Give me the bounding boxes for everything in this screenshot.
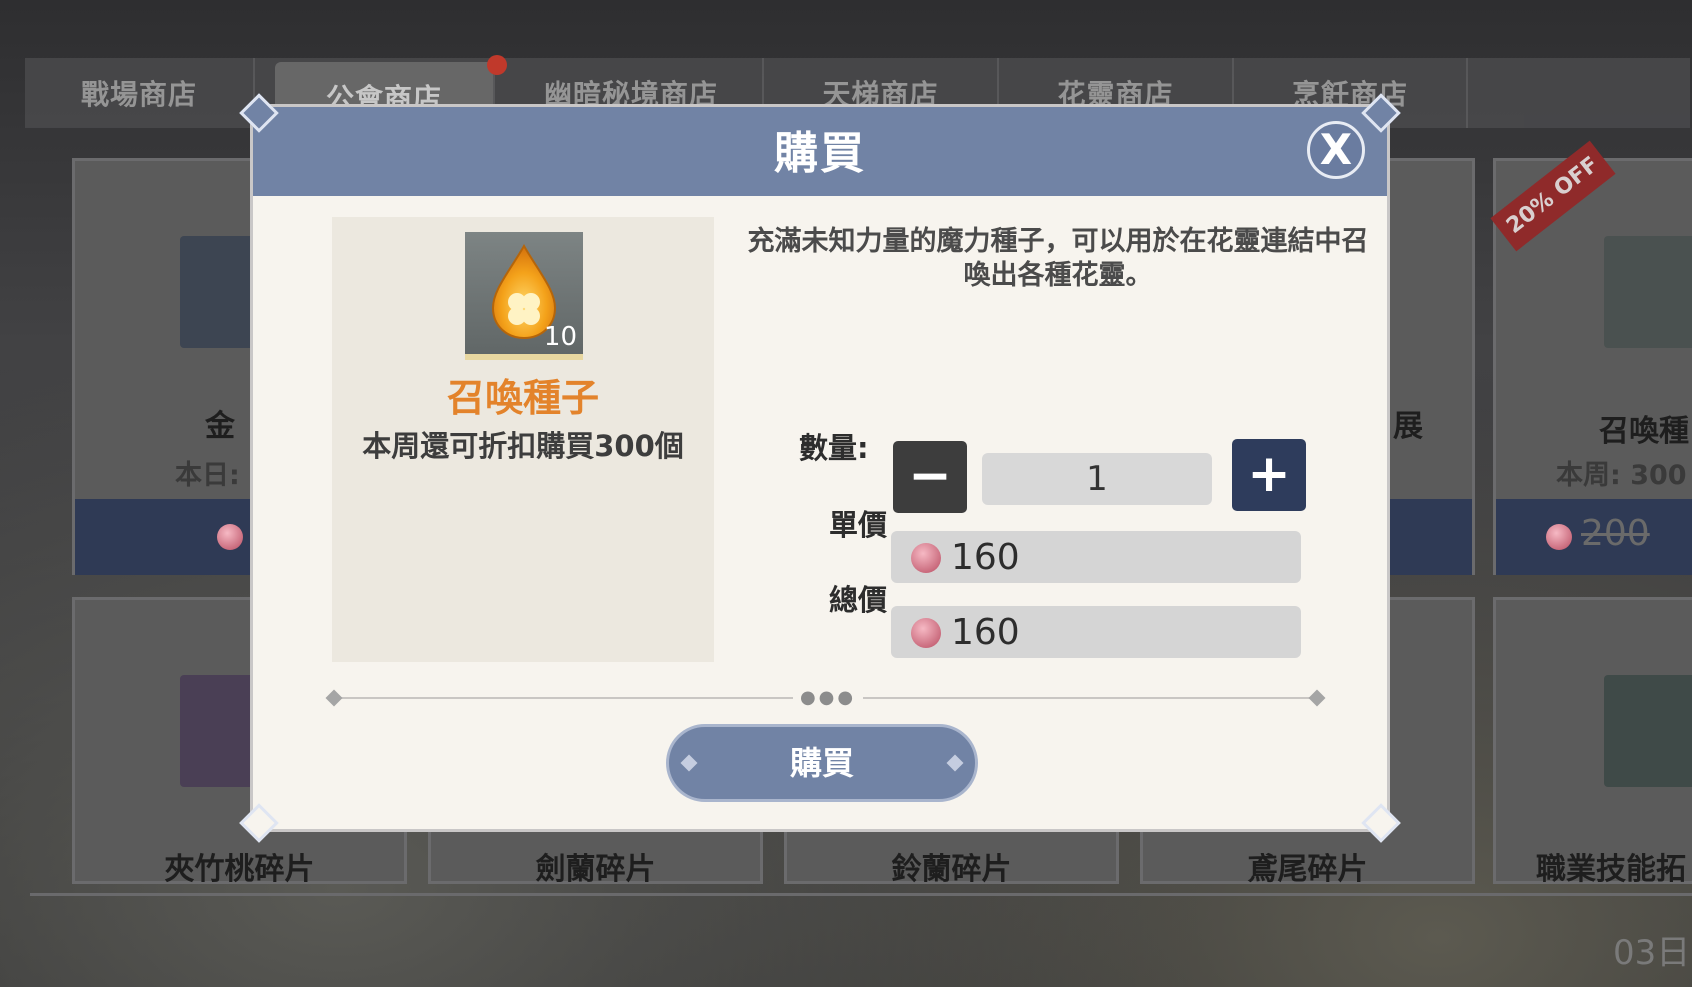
old-price: 200	[1581, 513, 1650, 554]
button-ornament	[946, 754, 964, 772]
buy-button-label: 購買	[789, 744, 854, 782]
buy-button[interactable]: 購買	[666, 724, 978, 802]
quantity-increase-button[interactable]: +	[1232, 439, 1306, 511]
shop-card-title: 鈴蘭碎片	[891, 852, 1012, 887]
unit-price-label: 單價	[829, 508, 888, 542]
gem-icon	[217, 524, 243, 550]
total-price-field: 160	[891, 606, 1301, 658]
notification-dot	[487, 55, 507, 75]
quantity-field[interactable]: 1	[982, 453, 1212, 505]
shop-card-title: 夾竹桃碎片	[164, 852, 315, 887]
quantity-decrease-button[interactable]: −	[893, 441, 967, 513]
total-price-value: 160	[951, 612, 1020, 653]
unit-price-field: 160	[891, 531, 1301, 583]
shop-card-title: 展	[1393, 409, 1423, 444]
dialog-title: 購買	[774, 128, 866, 179]
tab-battlefield-shop[interactable]: 戰場商店	[25, 58, 255, 128]
shop-card-title: 職業技能拓	[1536, 852, 1686, 887]
item-name: 召喚種子	[446, 376, 599, 420]
gem-icon	[911, 618, 941, 648]
total-price-label: 總價	[829, 583, 888, 617]
shop-card-skill[interactable]: 職業技能拓	[1493, 597, 1692, 887]
divider-end-ornament	[325, 689, 343, 707]
dialog-header: 購買 X	[253, 107, 1387, 196]
shop-card-price-strip: 200	[1496, 499, 1692, 575]
button-ornament	[680, 754, 698, 772]
shop-card-title: 召喚種	[1599, 414, 1689, 449]
quantity-label: 數量:	[799, 431, 869, 465]
item-panel: 10 召喚種子 本周還可折扣購買300個	[332, 217, 714, 662]
mystery-box-icon	[1604, 675, 1692, 787]
summon-seed-icon	[1604, 236, 1692, 348]
purchase-dialog: 購買 X 10 召喚種子 本周還可折扣購買300個 充滿未知力量的魔力種子，可以…	[239, 93, 1401, 843]
summon-seed-icon: 10	[465, 232, 583, 360]
item-purchase-limit: 本周還可折扣購買300個	[362, 429, 684, 463]
footer-date-text: 03日	[1613, 933, 1691, 973]
item-description: 充滿未知力量的魔力種子，可以用於在花靈連結中召喚出各種花靈。	[747, 226, 1369, 291]
gem-icon	[1546, 524, 1572, 550]
divider-end-ornament	[1308, 689, 1326, 707]
gem-icon	[911, 543, 941, 573]
close-button[interactable]: X	[1307, 121, 1365, 179]
shop-card-title: 鳶尾碎片	[1247, 852, 1368, 887]
divider-dots-ornament: ●●●	[793, 686, 863, 710]
unit-price-value: 160	[951, 537, 1020, 578]
shop-card-limit: 本日:	[175, 460, 240, 491]
shop-card-limit: 本周: 300	[1556, 460, 1687, 491]
footer-divider	[30, 893, 1692, 896]
item-count: 10	[543, 322, 577, 352]
shop-card-title: 劍蘭碎片	[535, 852, 656, 887]
